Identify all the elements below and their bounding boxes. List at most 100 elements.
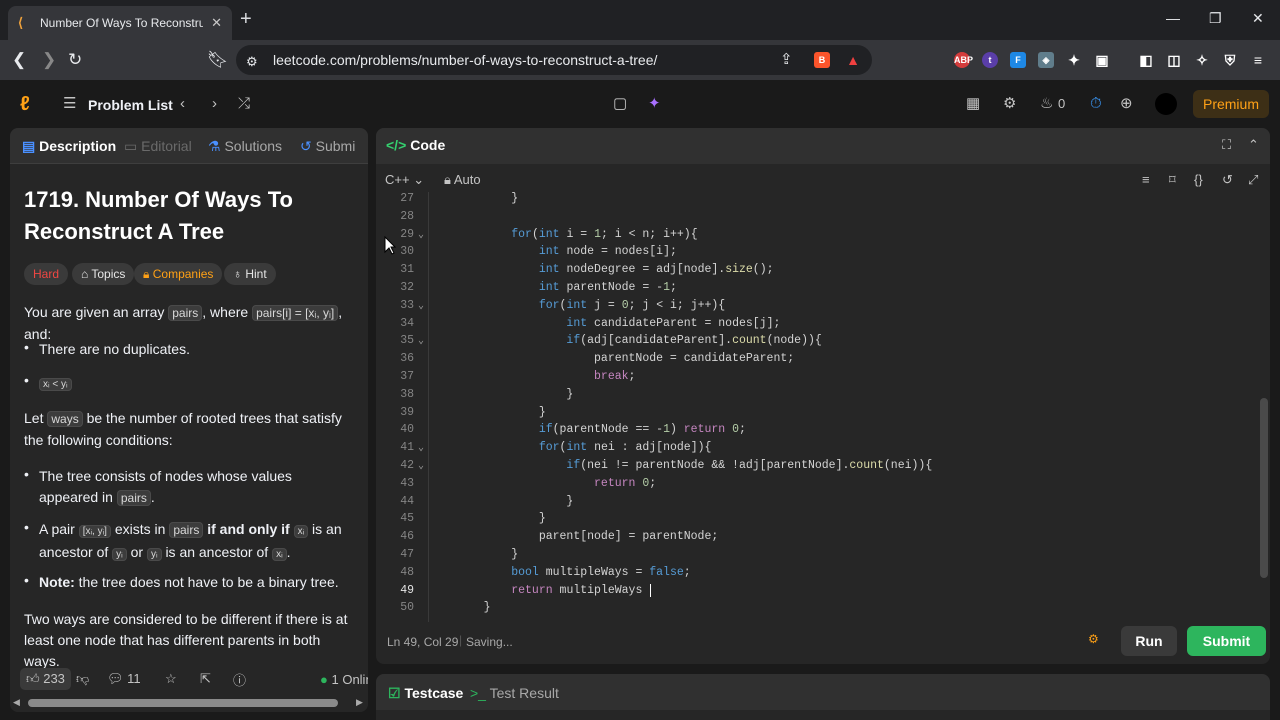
code-line[interactable]: return multipleWays — [456, 583, 652, 597]
code-line[interactable]: int node = nodes[i]; — [456, 245, 677, 258]
problem-list-link[interactable]: Problem List — [88, 97, 173, 113]
sidebar-icon[interactable]: ◧ — [1138, 52, 1154, 68]
fold-chevron-icon[interactable]: ⌄ — [418, 300, 424, 312]
premium-button[interactable]: Premium — [1193, 90, 1269, 118]
reload-icon[interactable]: ↻ — [68, 50, 82, 70]
url-text[interactable]: leetcode.com/problems/number-of-ways-to-… — [273, 52, 657, 68]
ai-assist-icon[interactable]: ✦ — [648, 96, 661, 112]
code-line[interactable]: for(int nei : adj[node]){ — [456, 441, 712, 454]
extensions-puzzle-icon[interactable]: ✦ — [1066, 52, 1082, 68]
companies-chip[interactable]: 🔒︎ Companies — [134, 263, 223, 285]
settings-gear-icon[interactable]: ⚙ — [1003, 96, 1016, 112]
tab-description[interactable]: ▤ Description — [22, 138, 116, 155]
shuffle-icon[interactable]: ⤮ — [238, 96, 250, 112]
restore-icon[interactable]: ❐ — [1209, 10, 1222, 27]
vpn-icon[interactable]: ⛨ — [1222, 52, 1238, 68]
timer-icon[interactable]: ⏱ — [1090, 96, 1102, 112]
comments-button[interactable]: 💬︎ 11 — [107, 671, 141, 687]
code-line[interactable]: } — [456, 495, 573, 508]
fold-chevron-icon[interactable]: ⌄ — [418, 229, 424, 241]
code-line[interactable]: return 0; — [456, 477, 656, 490]
horizontal-scrollbar[interactable]: ◀ ▶ — [10, 694, 368, 712]
wallet-icon[interactable]: ◫ — [1166, 52, 1182, 68]
code-line[interactable]: } — [456, 601, 491, 614]
notes-icon[interactable]: ▢ — [613, 96, 627, 112]
submit-button[interactable]: Submit — [1187, 626, 1266, 656]
list-icon[interactable]: ☰ — [63, 96, 76, 112]
tab-test-result[interactable]: >_ Test Result — [470, 685, 559, 701]
code-line[interactable]: if(nei != parentNode && !adj[parentNode]… — [456, 459, 932, 472]
code-line[interactable]: int parentNode = -1; — [456, 281, 677, 294]
run-button[interactable]: Run — [1121, 626, 1177, 656]
leetcode-logo-icon[interactable]: ℓ — [20, 93, 30, 116]
topics-chip[interactable]: ⌂ Topics — [72, 263, 135, 285]
code-line[interactable]: bool multipleWays = false; — [456, 566, 690, 579]
star-icon[interactable]: ☆ — [165, 671, 177, 687]
streak-flame-icon[interactable]: ♨ — [1040, 96, 1053, 112]
extension-f-icon[interactable]: F — [1010, 52, 1026, 68]
tab-testcase[interactable]: ☑ Testcase — [388, 685, 463, 702]
code-line[interactable]: } — [456, 548, 518, 561]
maximize-icon[interactable]: ⛶ — [1222, 137, 1231, 153]
screenshot-icon[interactable]: ▣ — [1094, 52, 1110, 68]
code-line[interactable]: if(adj[candidateParent].count(node)){ — [456, 334, 821, 347]
scroll-left-icon[interactable]: ◀ — [13, 697, 20, 708]
fold-chevron-icon[interactable]: ⌄ — [418, 442, 424, 454]
close-window-icon[interactable]: ✕ — [1252, 10, 1264, 27]
code-line[interactable]: int candidateParent = nodes[j]; — [456, 317, 780, 330]
layout-icon[interactable]: ▦ — [966, 96, 980, 112]
code-line[interactable]: parentNode = candidateParent; — [456, 352, 794, 365]
editor-scrollbar[interactable] — [1260, 398, 1268, 578]
code-line[interactable]: for(int i = 1; i < n; i++){ — [456, 228, 697, 241]
code-line[interactable]: } — [456, 512, 546, 525]
extension-t-icon[interactable]: t — [982, 52, 998, 68]
brave-shield-icon[interactable]: B — [814, 52, 830, 68]
code-line[interactable]: for(int j = 0; j < i; j++){ — [456, 299, 725, 312]
code-line[interactable]: if(parentNode == -1) return 0; — [456, 423, 746, 436]
close-tab-icon[interactable]: ✕ — [211, 15, 222, 31]
dislike-icon[interactable]: 👎︎ — [76, 671, 89, 687]
avatar[interactable] — [1155, 93, 1177, 115]
code-line[interactable]: break; — [456, 370, 635, 383]
shield-extension-icon[interactable]: ◈ — [1038, 52, 1054, 68]
new-tab-icon[interactable]: + — [240, 9, 252, 29]
next-problem-icon[interactable]: › — [212, 96, 217, 112]
format-icon[interactable]: ≡ — [1142, 172, 1150, 187]
forward-icon[interactable]: ❯ — [42, 50, 56, 70]
add-friend-icon[interactable]: ⊕ — [1120, 96, 1133, 112]
code-line[interactable]: parent[node] = parentNode; — [456, 530, 718, 543]
fullscreen-icon[interactable]: ⤢ — [1248, 172, 1258, 188]
menu-icon[interactable]: ≡ — [1250, 52, 1266, 68]
site-info-icon[interactable]: ⚙ — [246, 52, 258, 72]
tab-submissions[interactable]: ↺ Submi — [300, 138, 355, 155]
auto-mode[interactable]: 🔒︎ Auto — [444, 172, 481, 188]
browser-tab[interactable]: ⟨ Number Of Ways To Reconstruct ✕ — [8, 6, 232, 40]
share-icon[interactable]: ⇪ — [780, 50, 793, 70]
fold-chevron-icon[interactable]: ⌄ — [418, 460, 424, 472]
tab-solutions[interactable]: ⚗ Solutions — [208, 138, 282, 155]
brave-rewards-icon[interactable]: ▲ — [845, 52, 861, 68]
code-editor[interactable]: 27 } 28 29 ⌄ for(int i = 1; i < n; i++){30 … — [376, 192, 1270, 622]
collapse-icon[interactable]: ⌃ — [1248, 137, 1259, 153]
scroll-right-icon[interactable]: ▶ — [356, 697, 363, 708]
prev-problem-icon[interactable]: ‹ — [180, 96, 185, 112]
minimize-icon[interactable]: — — [1166, 10, 1180, 26]
fold-chevron-icon[interactable]: ⌄ — [418, 335, 424, 347]
bookmark-icon[interactable]: 🔖︎ — [207, 50, 229, 70]
share-icon[interactable]: ⇱ — [200, 671, 211, 687]
debug-icon[interactable]: ⚙ — [1088, 632, 1099, 646]
back-icon[interactable]: ❮ — [12, 50, 26, 70]
code-line[interactable]: } — [456, 192, 518, 205]
hint-chip[interactable]: ♁ Hint — [224, 263, 276, 285]
code-line[interactable]: } — [456, 388, 573, 401]
scrollbar-thumb[interactable] — [28, 699, 338, 707]
like-button[interactable]: 👍︎ 233 — [20, 668, 71, 690]
code-line[interactable]: int nodeDegree = adj[node].size(); — [456, 263, 774, 276]
code-line[interactable]: } — [456, 406, 546, 419]
tab-editorial[interactable]: ▭ Editorial — [124, 138, 192, 155]
adblock-plus-icon[interactable]: ABP — [954, 52, 973, 68]
bookmark-icon[interactable]: ⌑ — [1169, 172, 1176, 188]
help-icon[interactable]: ⓘ — [233, 670, 246, 689]
leo-ai-icon[interactable]: ✧ — [1194, 52, 1210, 68]
braces-icon[interactable]: {} — [1194, 172, 1203, 187]
